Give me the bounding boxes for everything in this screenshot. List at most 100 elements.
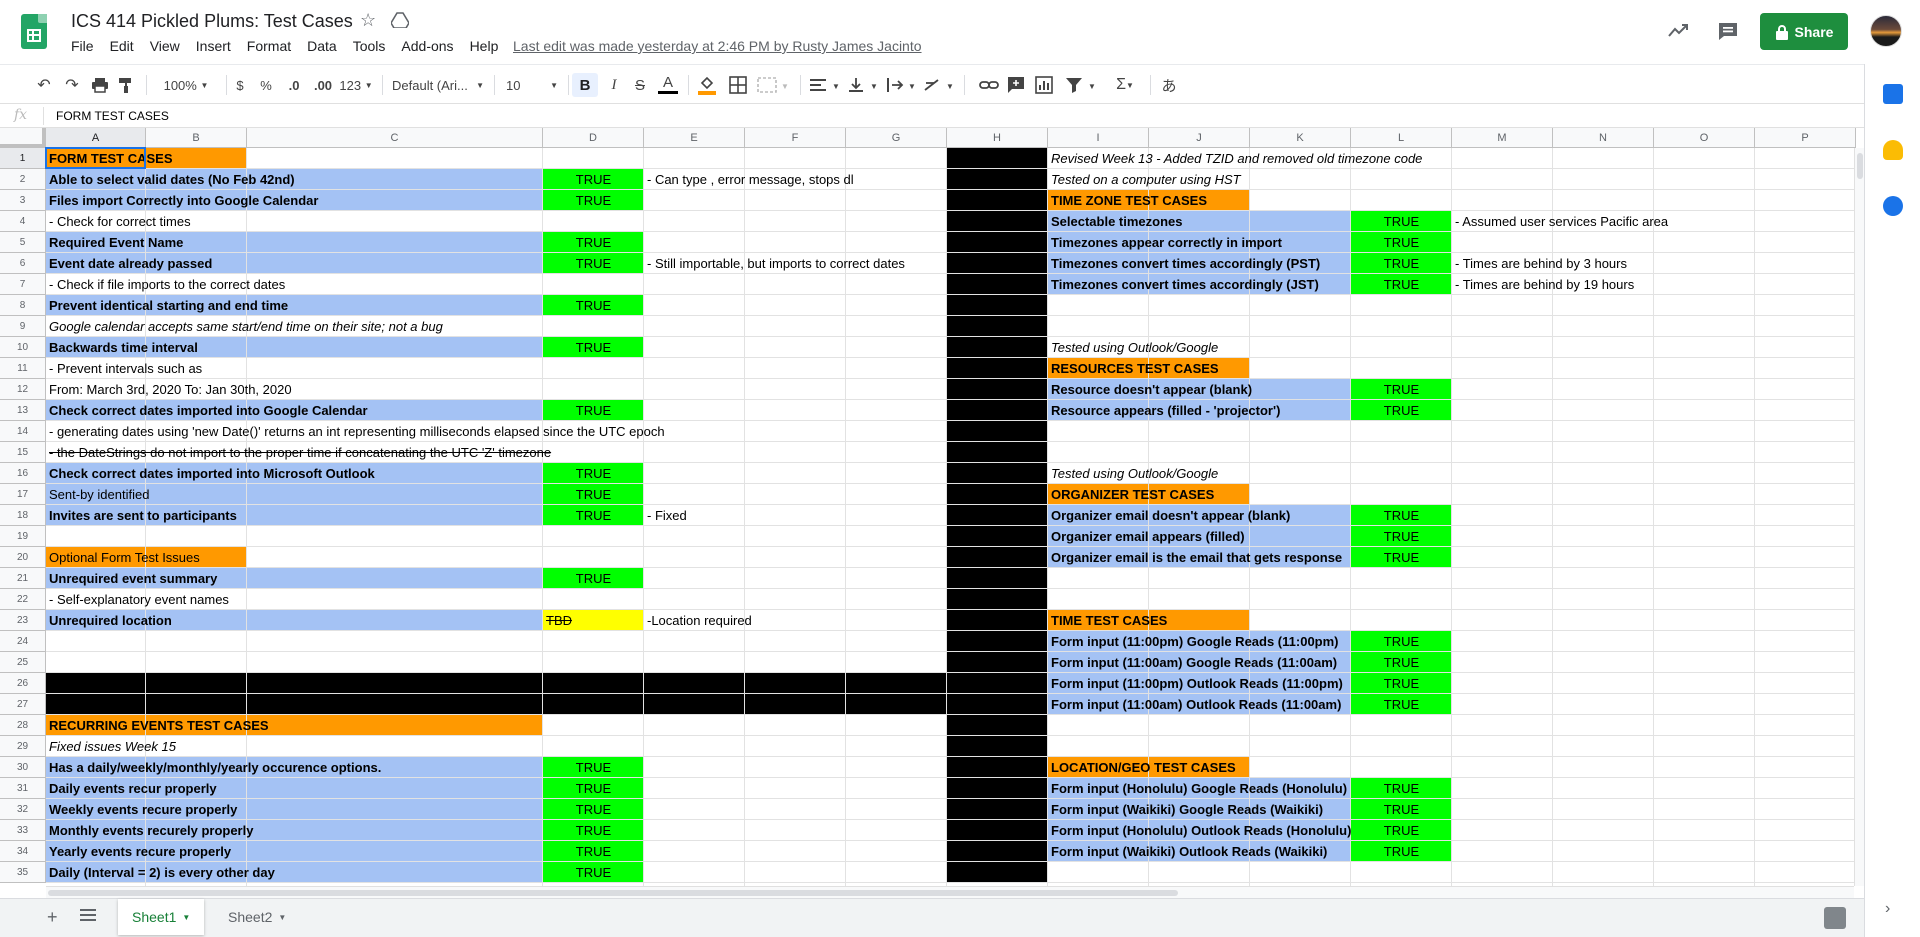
bold-icon[interactable]: B bbox=[572, 73, 598, 97]
cell-i33[interactable]: Form input (Honolulu) Outlook Reads (Hon… bbox=[1048, 820, 1351, 841]
row-header[interactable]: 8 bbox=[0, 295, 46, 316]
comments-icon[interactable] bbox=[1713, 16, 1743, 46]
functions-icon[interactable]: Σ ▼ bbox=[1108, 73, 1142, 97]
cell-a13[interactable]: Check correct dates imported into Google… bbox=[46, 400, 368, 421]
cell-i32[interactable]: Form input (Waikiki) Google Reads (Waiki… bbox=[1048, 799, 1323, 820]
cell-a10[interactable]: Backwards time interval bbox=[46, 337, 198, 358]
column-header-m[interactable]: M bbox=[1452, 128, 1553, 148]
row-header[interactable]: 9 bbox=[0, 316, 46, 337]
menu-help[interactable]: Help bbox=[462, 38, 507, 58]
column-header-b[interactable]: B bbox=[146, 128, 247, 148]
cell-a23[interactable]: Unrequired location bbox=[46, 610, 172, 631]
cell-d10[interactable]: TRUE bbox=[543, 337, 644, 358]
cell-m4[interactable]: - Assumed user services Pacific area bbox=[1452, 211, 1668, 232]
cell-e2[interactable]: - Can type , error message, stops dl bbox=[644, 169, 854, 190]
row-header[interactable]: 11 bbox=[0, 358, 46, 379]
decrease-decimal-button[interactable]: .0 bbox=[284, 73, 304, 97]
row-header[interactable]: 19 bbox=[0, 526, 46, 547]
cell-a3[interactable]: Files import Correctly into Google Calen… bbox=[46, 190, 318, 211]
row-header[interactable]: 13 bbox=[0, 400, 46, 421]
row-header[interactable]: 23 bbox=[0, 610, 46, 631]
cell-d21[interactable]: TRUE bbox=[543, 568, 644, 589]
fill-color-icon[interactable] bbox=[696, 73, 718, 97]
row-header[interactable]: 21 bbox=[0, 568, 46, 589]
redo-icon[interactable]: ↷ bbox=[62, 73, 82, 97]
cell-m6[interactable]: - Times are behind by 3 hours bbox=[1452, 253, 1627, 274]
cell-l12[interactable]: TRUE bbox=[1351, 379, 1452, 400]
text-rotation-icon[interactable]: ▼ bbox=[922, 73, 956, 97]
cell-i12[interactable]: Resource doesn't appear (blank) bbox=[1048, 379, 1252, 400]
expand-panel-icon[interactable]: › bbox=[1885, 900, 1890, 918]
menu-file[interactable]: File bbox=[63, 38, 102, 58]
row-header[interactable]: 1 bbox=[0, 148, 46, 169]
row-header[interactable]: 25 bbox=[0, 652, 46, 673]
row-header[interactable]: 15 bbox=[0, 442, 46, 463]
cell-d34[interactable]: TRUE bbox=[543, 841, 644, 862]
cell-l5[interactable]: TRUE bbox=[1351, 232, 1452, 253]
cell-i20[interactable]: Organizer email is the email that gets r… bbox=[1048, 547, 1342, 568]
cell-a28[interactable]: RECURRING EVENTS TEST CASES bbox=[46, 715, 269, 736]
row-header[interactable]: 33 bbox=[0, 820, 46, 841]
insert-chart-icon[interactable] bbox=[1034, 73, 1054, 97]
cell-i4[interactable]: Selectable timezones bbox=[1048, 211, 1183, 232]
row-header[interactable]: 12 bbox=[0, 379, 46, 400]
cell-a20[interactable]: Optional Form Test Issues bbox=[46, 547, 200, 568]
cell-a7[interactable]: - Check if file imports to the correct d… bbox=[46, 274, 285, 295]
column-header-o[interactable]: O bbox=[1654, 128, 1755, 148]
cell-a35[interactable]: Daily (Interval = 2) is every other day bbox=[46, 862, 275, 883]
row-header[interactable]: 3 bbox=[0, 190, 46, 211]
cell-l31[interactable]: TRUE bbox=[1351, 778, 1452, 799]
menu-edit[interactable]: Edit bbox=[102, 38, 142, 58]
insert-link-icon[interactable] bbox=[978, 73, 1000, 97]
star-icon[interactable]: ☆ bbox=[360, 10, 376, 31]
row-header[interactable]: 18 bbox=[0, 505, 46, 526]
cell-i7[interactable]: Timezones convert times accordingly (JST… bbox=[1048, 274, 1319, 295]
column-header-a[interactable]: A bbox=[46, 128, 146, 148]
cell-a31[interactable]: Daily events recur properly bbox=[46, 778, 217, 799]
italic-icon[interactable]: I bbox=[604, 73, 624, 97]
row-header[interactable]: 5 bbox=[0, 232, 46, 253]
row-header[interactable]: 35 bbox=[0, 862, 46, 883]
cell-a2[interactable]: Able to select valid dates (No Feb 42nd) bbox=[46, 169, 295, 190]
cell-d5[interactable]: TRUE bbox=[543, 232, 644, 253]
cell-d6[interactable]: TRUE bbox=[543, 253, 644, 274]
percent-format-button[interactable]: % bbox=[258, 73, 274, 97]
column-header-d[interactable]: D bbox=[543, 128, 644, 148]
row-header[interactable]: 10 bbox=[0, 337, 46, 358]
row-header[interactable]: 30 bbox=[0, 757, 46, 778]
document-title[interactable]: ICS 414 Pickled Plums: Test Cases bbox=[71, 11, 353, 32]
column-header-h[interactable]: H bbox=[947, 128, 1048, 148]
cell-d33[interactable]: TRUE bbox=[543, 820, 644, 841]
all-sheets-icon[interactable] bbox=[80, 908, 96, 922]
merge-cells-icon[interactable]: ▼ bbox=[756, 73, 790, 97]
undo-icon[interactable]: ↶ bbox=[34, 73, 54, 97]
column-header-j[interactable]: J bbox=[1149, 128, 1250, 148]
row-header[interactable]: 17 bbox=[0, 484, 46, 505]
cell-i13[interactable]: Resource appears (filled - 'projector') bbox=[1048, 400, 1280, 421]
cell-i3[interactable]: TIME ZONE TEST CASES bbox=[1048, 190, 1207, 211]
cell-l24[interactable]: TRUE bbox=[1351, 631, 1452, 652]
vertical-align-icon[interactable]: ▼ bbox=[846, 73, 880, 97]
formula-input[interactable]: FORM TEST CASES bbox=[56, 109, 169, 123]
cell-e18[interactable]: - Fixed bbox=[644, 505, 687, 526]
cell-l20[interactable]: TRUE bbox=[1351, 547, 1452, 568]
text-color-icon[interactable]: A bbox=[658, 73, 678, 94]
cell-l33[interactable]: TRUE bbox=[1351, 820, 1452, 841]
cell-l19[interactable]: TRUE bbox=[1351, 526, 1452, 547]
borders-icon[interactable] bbox=[728, 73, 748, 97]
cell-d18[interactable]: TRUE bbox=[543, 505, 644, 526]
row-header[interactable]: 29 bbox=[0, 736, 46, 757]
paint-format-icon[interactable] bbox=[116, 73, 136, 97]
more-formats-select[interactable]: 123 ▼ bbox=[338, 73, 374, 97]
menu-tools[interactable]: Tools bbox=[345, 38, 394, 58]
strikethrough-icon[interactable]: S bbox=[630, 73, 650, 97]
cell-l26[interactable]: TRUE bbox=[1351, 673, 1452, 694]
explore-icon[interactable] bbox=[1824, 907, 1846, 929]
row-header[interactable]: 20 bbox=[0, 547, 46, 568]
sheets-logo-icon[interactable] bbox=[21, 14, 47, 49]
cell-i30[interactable]: LOCATION/GEO TEST CASES bbox=[1048, 757, 1236, 778]
column-header-g[interactable]: G bbox=[846, 128, 947, 148]
menu-data[interactable]: Data bbox=[299, 38, 345, 58]
font-size-select[interactable]: 10 ▼ bbox=[506, 73, 558, 97]
cell-i25[interactable]: Form input (11:00am) Google Reads (11:00… bbox=[1048, 652, 1337, 673]
